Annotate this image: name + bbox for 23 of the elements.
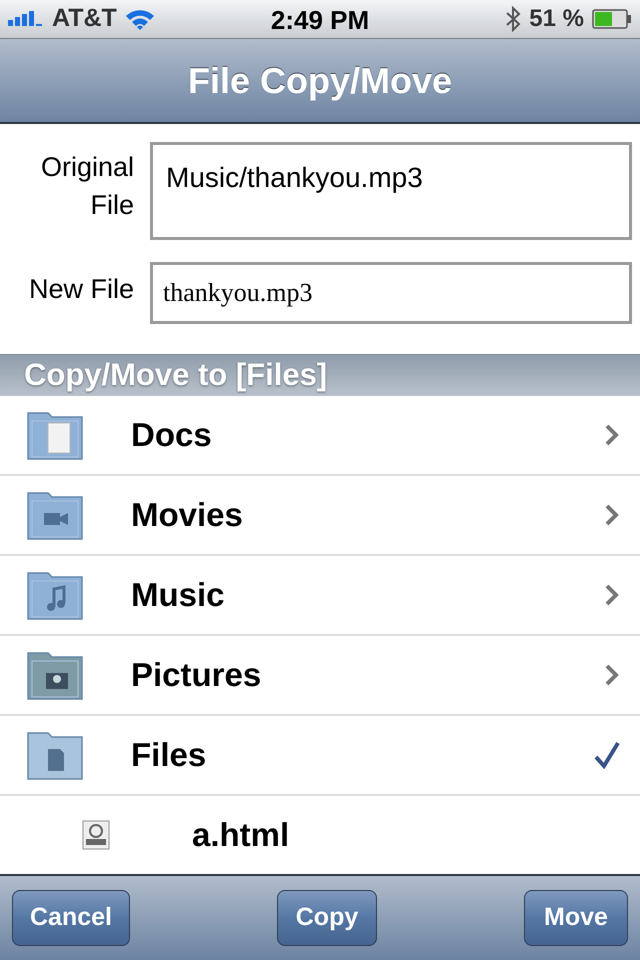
field-label: New File [28, 273, 135, 306]
input-field[interactable]: thankyou.mp3 [150, 262, 632, 324]
carrier-name: AT&T [52, 3, 117, 34]
section-header: Copy/Move to [Files] [24, 356, 328, 394]
file-row[interactable]: a.html [0, 796, 640, 874]
folder-row[interactable]: Pictures [0, 636, 640, 716]
wifi-icon [124, 8, 155, 30]
text-area[interactable]: Music/thankyou.mp3 [150, 142, 632, 240]
toolbar-button[interactable]: Cancel [12, 890, 130, 946]
nav-title: File Copy/Move [188, 58, 452, 103]
clock-time: 2:49 PM [270, 4, 370, 36]
folder-row[interactable]: Music [0, 556, 640, 636]
bluetooth-icon [505, 5, 522, 34]
toolbar-button[interactable]: Copy [277, 890, 377, 946]
battery-icon [592, 9, 632, 30]
battery-percent: 51 % [529, 4, 584, 34]
folder-row[interactable]: Files [0, 716, 640, 796]
field-label: Original File [40, 151, 135, 222]
folder-row[interactable]: Docs [0, 396, 640, 476]
signal-icon [8, 11, 44, 28]
html-file-icon [82, 820, 110, 850]
folder-row[interactable]: Movies [0, 476, 640, 556]
toolbar-button[interactable]: Move [524, 890, 628, 946]
